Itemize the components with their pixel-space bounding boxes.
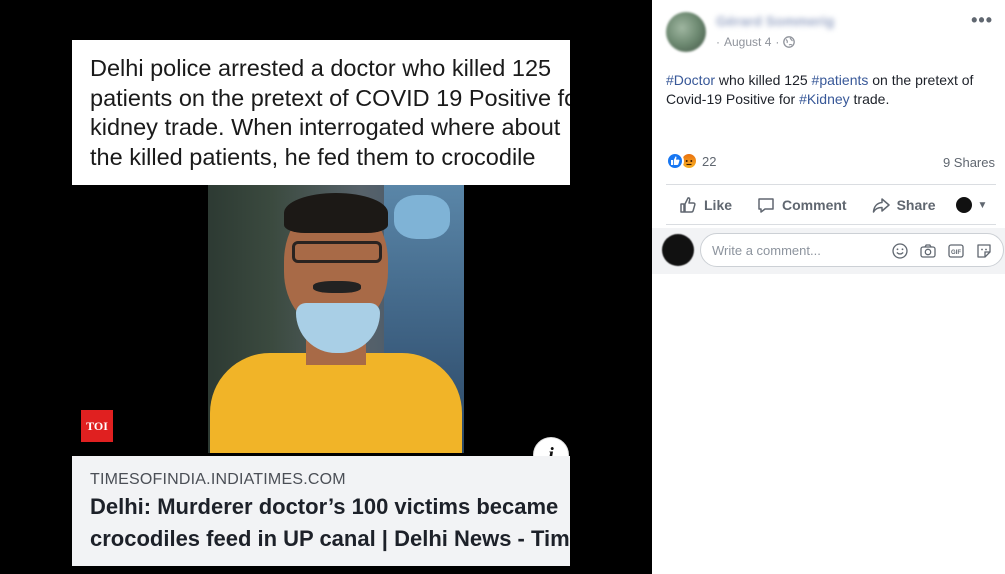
commenter-avatar — [662, 234, 694, 266]
comment-composer: GIF — [652, 228, 1005, 274]
post-date[interactable]: August 4 — [724, 35, 771, 49]
hair — [284, 193, 388, 233]
yellow-shirt — [210, 353, 462, 453]
comment-tools: GIF — [891, 242, 993, 260]
reactions-summary[interactable]: 22 — [666, 152, 716, 170]
doctor-photo — [208, 185, 464, 453]
share-icon — [872, 198, 890, 213]
link-domain: TIMESOFINDIA.INDIATIMES.COM — [90, 471, 346, 488]
sticker-icon[interactable] — [975, 242, 993, 260]
post-text-segment: who killed 125 — [715, 72, 812, 88]
shares-count[interactable]: 9 Shares — [943, 155, 995, 170]
glasses — [292, 241, 382, 263]
link-preview-card[interactable]: TIMESOFINDIA.INDIATIMES.COM Delhi: Murde… — [72, 456, 570, 566]
comment-label: Comment — [782, 197, 847, 213]
toi-logo: TOI — [81, 410, 113, 442]
divider — [666, 224, 996, 225]
hashtag-link[interactable]: #Kidney — [799, 91, 850, 107]
post-as-selector[interactable]: ▼ — [955, 197, 988, 213]
post-text: #Doctor who killed 125 #patients on the … — [666, 71, 996, 109]
globe-icon[interactable] — [783, 36, 796, 48]
thumbs-up-icon — [680, 197, 696, 213]
link-title-line: crocodiles feed in UP canal | Delhi News… — [90, 526, 570, 551]
emoji-icon[interactable] — [891, 242, 909, 260]
link-title-line: Delhi: Murderer doctor’s 100 victims bec… — [90, 494, 559, 519]
meta-separator: · — [716, 35, 720, 49]
divider — [666, 184, 996, 185]
comment-input[interactable] — [712, 242, 882, 258]
headline-image-text: Delhi police arrested a doctor who kille… — [72, 40, 570, 185]
photo-viewer: Delhi police arrested a doctor who kille… — [0, 0, 652, 574]
headline-line: the killed patients, he fed them to croc… — [90, 143, 536, 170]
profile-avatar — [955, 197, 972, 213]
post-text-segment: trade. — [849, 91, 890, 107]
headline-line: Delhi police arrested a doctor who kille… — [90, 55, 552, 81]
more-options-icon[interactable]: ••• — [971, 10, 993, 31]
hashtag-link[interactable]: #Doctor — [666, 72, 715, 88]
camera-icon[interactable] — [919, 242, 937, 260]
share-button[interactable]: Share — [871, 195, 936, 215]
author-name[interactable]: Gérard Sommerig — [716, 13, 834, 29]
share-label: Share — [896, 197, 936, 213]
gif-icon[interactable]: GIF — [947, 242, 965, 260]
svg-text:GIF: GIF — [951, 250, 961, 256]
like-reaction-icon — [666, 152, 684, 170]
like-button[interactable]: Like — [678, 195, 732, 215]
post-panel: Gérard Sommerig · August 4 · ••• #Doctor… — [652, 0, 1005, 574]
mustache — [313, 281, 361, 293]
action-bar: Like Comment Share ▼ — [666, 188, 1001, 222]
post-meta: · August 4 · — [716, 35, 796, 49]
background-mask — [394, 195, 450, 239]
author-avatar[interactable] — [666, 12, 706, 52]
comment-button[interactable]: Comment — [756, 195, 847, 215]
chevron-down-icon: ▼ — [977, 199, 988, 211]
like-label: Like — [704, 197, 733, 213]
headline-line: patients on the pretext of COVID 19 Posi… — [90, 84, 570, 111]
headline-line: kidney trade. When interrogated where ab… — [90, 114, 561, 140]
comment-box[interactable]: GIF — [700, 233, 1004, 267]
hashtag-link[interactable]: #patients — [812, 72, 869, 88]
comment-icon — [758, 198, 774, 213]
meta-separator: · — [775, 35, 780, 49]
reaction-count: 22 — [702, 153, 717, 169]
